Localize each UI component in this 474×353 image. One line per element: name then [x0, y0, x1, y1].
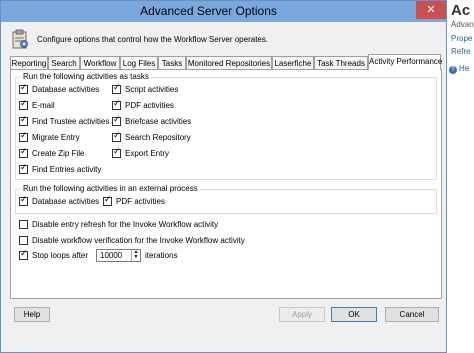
checkbox[interactable]	[19, 99, 28, 110]
chevron-down-icon[interactable]: ▼	[132, 255, 140, 260]
cancel-button[interactable]: Cancel	[385, 307, 439, 322]
cb-task-find-trustee[interactable]: Find Trustee activities	[19, 115, 110, 126]
checkbox-label: PDF activities	[125, 101, 174, 110]
checkbox[interactable]	[103, 195, 112, 206]
checkbox-label: PDF activities	[116, 197, 165, 206]
checkbox[interactable]	[112, 115, 121, 126]
cb-task-search-repository[interactable]: Search Repository	[112, 131, 191, 142]
apply-button[interactable]: Apply	[279, 307, 325, 322]
cb-external-database[interactable]: Database activities	[19, 195, 100, 206]
cb-disable-workflow-verification[interactable]: Disable workflow verification for the In…	[19, 236, 245, 245]
cb-task-export-entry[interactable]: Export Entry	[112, 147, 170, 158]
close-icon: ✕	[426, 4, 436, 16]
checkbox[interactable]	[112, 131, 121, 142]
tab-search[interactable]: Search	[48, 56, 80, 69]
checkbox-label: Stop loops after	[32, 251, 89, 260]
tab-reporting[interactable]: Reporting	[10, 56, 48, 69]
tab-log-files[interactable]: Log Files	[120, 56, 158, 69]
tab-task-threads[interactable]: Task Threads	[314, 56, 368, 69]
cb-stop-loops[interactable]: Stop loops after	[19, 249, 89, 260]
background-window-subtitle: Advan	[451, 20, 474, 29]
cb-task-create-zip[interactable]: Create Zip File	[19, 147, 85, 158]
background-window-title: Ac	[451, 2, 471, 19]
checkbox-label: Briefcase activities	[125, 117, 192, 126]
cb-external-pdf[interactable]: PDF activities	[103, 195, 165, 206]
help-icon: ?	[449, 66, 457, 74]
tab-monitored-repositories[interactable]: Monitored Repositories	[186, 56, 272, 69]
help-button[interactable]: Help	[14, 307, 50, 322]
activity-performance-panel: Run the following activities as tasks Da…	[10, 69, 442, 299]
advanced-server-options-dialog: Advanced Server Options ✕ Configure opti…	[0, 0, 447, 353]
cb-task-pdf-activities[interactable]: PDF activities	[112, 99, 174, 110]
checkbox-label: Database activities	[32, 197, 100, 206]
checkbox-label: Migrate Entry	[32, 133, 80, 142]
checkbox-label: Disable entry refresh for the Invoke Wor…	[32, 220, 219, 229]
loop-limit-value: 10000	[100, 251, 123, 260]
title-bar[interactable]: Advanced Server Options ✕	[1, 1, 446, 22]
checkbox[interactable]	[19, 249, 28, 260]
cb-task-database-activities[interactable]: Database activities	[19, 83, 100, 94]
tab-tasks[interactable]: Tasks	[158, 56, 186, 69]
header-description: Configure options that control how the W…	[37, 35, 269, 44]
tasks-group-title: Run the following activities as tasks	[21, 72, 151, 81]
checkbox[interactable]	[19, 195, 28, 206]
background-help-label: He	[459, 64, 470, 73]
dialog-title: Advanced Server Options	[140, 4, 277, 18]
cb-task-briefcase[interactable]: Briefcase activities	[112, 115, 192, 126]
checkbox-label: Search Repository	[125, 133, 191, 142]
tab-workflow[interactable]: Workflow	[80, 56, 120, 69]
cb-task-migrate-entry[interactable]: Migrate Entry	[19, 131, 80, 142]
checkbox[interactable]	[19, 163, 28, 174]
checkbox[interactable]	[112, 147, 121, 158]
ok-button[interactable]: OK	[331, 307, 377, 322]
cb-task-script-activities[interactable]: Script activities	[112, 83, 179, 94]
checkbox[interactable]	[19, 83, 28, 94]
background-link-help[interactable]: ? He	[449, 64, 469, 74]
checkbox[interactable]	[19, 147, 28, 158]
background-window: Ac Advan Prope Refre ? He	[446, 0, 474, 353]
checkbox[interactable]	[19, 220, 28, 229]
external-group-title: Run the following activities in an exter…	[21, 184, 200, 193]
loop-limit-stepper[interactable]: 10000 ▲ ▼	[96, 249, 141, 262]
checkbox-label: E-mail	[32, 101, 55, 110]
cb-task-email[interactable]: E-mail	[19, 99, 55, 110]
tab-laserfiche[interactable]: Laserfiche	[272, 56, 314, 69]
checkbox[interactable]	[19, 115, 28, 126]
checkbox[interactable]	[19, 236, 28, 245]
cb-disable-entry-refresh[interactable]: Disable entry refresh for the Invoke Wor…	[19, 220, 218, 229]
background-link-properties[interactable]: Prope	[451, 34, 472, 43]
checkbox-label: Disable workflow verification for the In…	[32, 236, 245, 245]
checkbox-label: Export Entry	[125, 149, 170, 158]
background-link-refresh[interactable]: Refre	[451, 47, 471, 56]
tab-activity-performance[interactable]: Activity Performance	[368, 54, 442, 70]
checkbox[interactable]	[19, 131, 28, 142]
checkbox[interactable]	[112, 99, 121, 110]
close-button[interactable]: ✕	[416, 1, 446, 19]
checkbox[interactable]	[112, 83, 121, 94]
checkbox-label: Find Trustee activities	[32, 117, 110, 126]
checkbox-label: Find Entries activity	[32, 165, 102, 174]
checkbox-label: Database activities	[32, 85, 100, 94]
checkbox-label: Create Zip File	[32, 149, 85, 158]
cb-task-find-entries[interactable]: Find Entries activity	[19, 163, 102, 174]
clipboard-settings-icon	[12, 29, 28, 49]
iterations-label: iterations	[145, 251, 178, 260]
checkbox-label: Script activities	[125, 85, 179, 94]
stepper-arrows[interactable]: ▲ ▼	[131, 250, 140, 261]
